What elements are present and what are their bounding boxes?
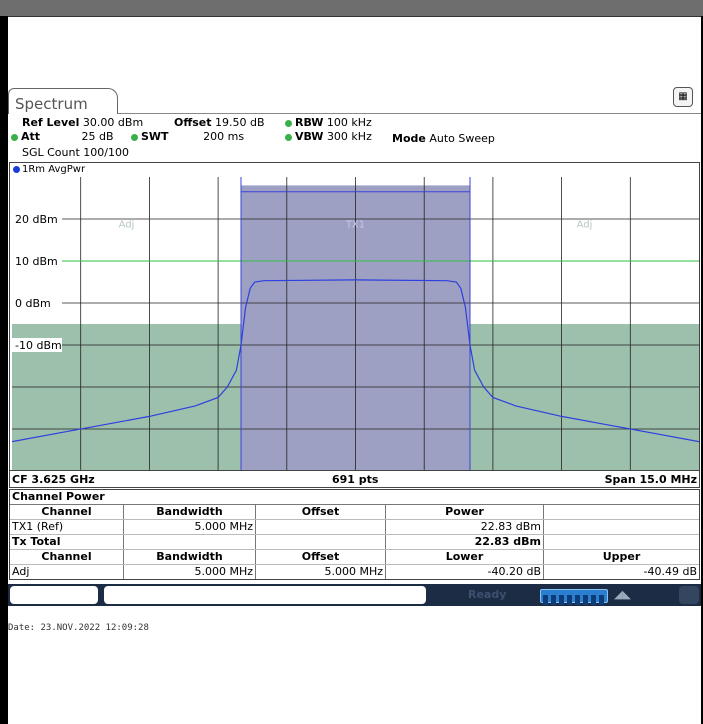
col-header-channel: Channel [10, 505, 124, 519]
table-row: Tx Total 22.83 dBm [10, 535, 699, 550]
channel-power-table: Channel Power Channel Bandwidth Offset P… [9, 489, 700, 580]
rbw-coupled-indicator [285, 119, 292, 127]
cell-empty [544, 535, 699, 549]
rbw[interactable]: RBW 100 kHz [282, 116, 372, 129]
cell-power: 22.83 dBm [386, 520, 544, 534]
status-message-field[interactable] [104, 586, 426, 604]
col-header-bandwidth: Bandwidth [124, 550, 256, 564]
sweep-points: 691 pts [332, 473, 379, 486]
vbw[interactable]: VBW 300 kHz [282, 130, 372, 143]
y-tick-label: 20 dBm [15, 213, 58, 226]
display-config-icon[interactable]: ▦ [673, 87, 693, 107]
adj-upper-channel-fill [470, 324, 699, 471]
cell-offset [256, 535, 386, 549]
tab-spectrum[interactable]: Spectrum [8, 88, 118, 114]
sweep-time[interactable]: SWT 200 ms [128, 130, 244, 143]
cell-upper: -40.49 dB [643, 565, 698, 578]
sgl-count: SGL Count 100/100 [22, 146, 129, 159]
col-header-offset: Offset [256, 550, 386, 564]
trace-indicator [13, 165, 20, 173]
window-title-bar [0, 0, 703, 17]
swt-label: SWT [141, 130, 169, 143]
col-header-power: Power [386, 505, 544, 519]
trace-header: 1Rm AvgPwr [13, 164, 85, 175]
col-header-upper: Upper [602, 550, 641, 563]
cell-lower: -40.20 dB [386, 565, 544, 579]
lxi-icon: ◢◣ [614, 588, 631, 601]
table-header-row: Channel Bandwidth Offset Lower Upper [10, 550, 699, 565]
cell-empty [544, 520, 699, 534]
ref-level-label: Ref Level [22, 116, 80, 129]
ref-level-value: 30.00 dBm [82, 116, 144, 129]
trace-label: 1Rm AvgPwr [22, 164, 86, 175]
swt-coupled-indicator [131, 133, 138, 141]
tab-divider [118, 113, 701, 114]
center-frequency: CF 3.625 GHz [12, 473, 95, 486]
cell-power: 22.83 dBm [386, 535, 544, 549]
table-header-row: Channel Bandwidth Offset Power [10, 505, 699, 520]
channel-label: TX1 [345, 219, 365, 230]
cell-bandwidth [124, 535, 256, 549]
y-tick-label: 0 dBm [15, 297, 51, 310]
att-value: 25 dB [81, 130, 114, 143]
offset-label: Offset [174, 116, 212, 129]
vbw-coupled-indicator [285, 133, 292, 141]
cell-bandwidth: 5.000 MHz [124, 565, 256, 579]
col-header-lower: Lower [386, 550, 544, 564]
rbw-value: 100 kHz [326, 116, 372, 129]
cell-channel: Tx Total [10, 535, 124, 549]
mode-label: Mode [392, 132, 426, 145]
sweep-mode[interactable]: Mode Auto Sweep [392, 132, 495, 145]
offset[interactable]: Offset 19.50 dB [174, 116, 265, 129]
y-tick-label: 10 dBm [15, 255, 58, 268]
analyzer-screen: Spectrum ▦ Ref Level 30.00 dBm Offset 19… [8, 84, 701, 608]
col-header-bandwidth: Bandwidth [124, 505, 256, 519]
cell-offset [256, 520, 386, 534]
col-header-channel: Channel [10, 550, 124, 564]
attenuation[interactable]: Att 25 dB [8, 130, 114, 143]
offset-value: 19.50 dB [215, 116, 265, 129]
status-bar: Ready ◢◣ [8, 584, 701, 606]
channel-label: Adj [577, 219, 593, 230]
rbw-label: RBW [295, 116, 324, 129]
cell-offset: 5.000 MHz [256, 565, 386, 579]
cell-channel: Adj [10, 565, 124, 579]
table-row: TX1 (Ref) 5.000 MHz 22.83 dBm [10, 520, 699, 535]
att-label: Att [21, 130, 41, 143]
sweep-progress-bar [540, 589, 608, 605]
ref-level[interactable]: Ref Level 30.00 dBm [22, 116, 143, 129]
tab-label: Spectrum [15, 95, 88, 113]
spectrum-plot[interactable]: 20 dBm 10 dBm 0 dBm -10 dBm Adj TX1 Adj [12, 177, 699, 471]
col-header-offset: Offset [256, 505, 386, 519]
table-row: Adj 5.000 MHz 5.000 MHz -40.20 dB -40.49… [10, 565, 699, 579]
table-title: Channel Power [10, 490, 699, 505]
span: Span 15.0 MHz [604, 473, 697, 486]
col-header-empty [544, 505, 699, 519]
vbw-value: 300 kHz [326, 130, 372, 143]
ready-status: Ready [468, 588, 507, 601]
spectrum-diagram[interactable]: 1Rm AvgPwr 20 dBm 10 dBm 0 dBm -10 dBm Adj TX… [9, 162, 700, 488]
y-tick-label: -10 dBm [15, 339, 62, 352]
channel-label: Adj [119, 219, 135, 230]
date-stamp: Date: 23.NOV.2022 12:09:28 [8, 623, 149, 633]
cell-channel: TX1 (Ref) [10, 520, 124, 534]
plot-footer: CF 3.625 GHz 691 pts Span 15.0 MHz [9, 470, 700, 489]
left-border [0, 16, 8, 724]
swt-value: 200 ms [203, 130, 245, 143]
status-config-icon[interactable] [679, 586, 699, 604]
mode-value: Auto Sweep [429, 132, 495, 145]
cell-bandwidth: 5.000 MHz [124, 520, 256, 534]
att-coupled-indicator [11, 133, 18, 141]
vbw-label: VBW [295, 130, 324, 143]
status-field-left[interactable] [10, 586, 98, 604]
